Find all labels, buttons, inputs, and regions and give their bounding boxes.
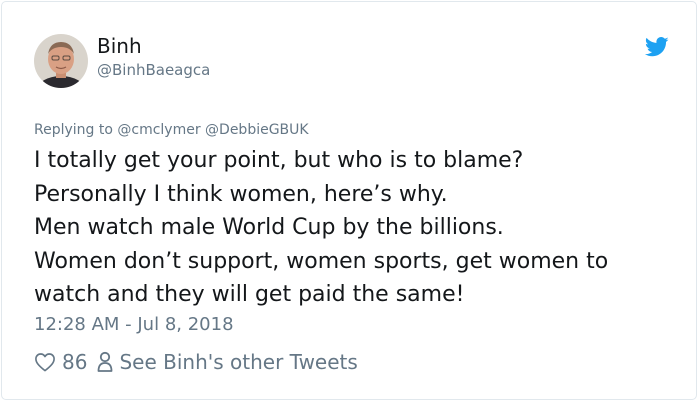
person-icon[interactable] xyxy=(97,351,113,373)
tweet-line: watch and they will get paid the same! xyxy=(34,282,465,307)
tweet-line: Personally I think women, here’s why. xyxy=(34,181,448,207)
like-count[interactable]: 86 xyxy=(62,350,87,374)
avatar[interactable] xyxy=(34,34,88,88)
tweet-card: Binh @BinhBaeagca Replying to @cmclymer … xyxy=(1,1,697,400)
tweet-timestamp[interactable]: 12:28 AM - Jul 8, 2018 xyxy=(34,313,234,337)
heart-icon[interactable] xyxy=(34,352,56,372)
reply-context[interactable]: Replying to @cmclymer @DebbieGBUK xyxy=(34,121,309,139)
author-handle[interactable]: @BinhBaeagca xyxy=(97,60,210,80)
tweet-line: I totally get your point, but who is to … xyxy=(34,148,524,173)
twitter-bird-icon[interactable] xyxy=(644,37,669,59)
tweet-actions: 86 See Binh's other Tweets xyxy=(34,349,358,375)
tweet-text: I totally get your point, but who is to … xyxy=(34,144,684,312)
see-other-tweets-link[interactable]: See Binh's other Tweets xyxy=(119,350,357,374)
tweet-line: Women don’t support, women sports, get w… xyxy=(34,248,609,274)
tweet-line: Men watch male World Cup by the billions… xyxy=(34,215,504,240)
author-name[interactable]: Binh xyxy=(97,34,142,58)
